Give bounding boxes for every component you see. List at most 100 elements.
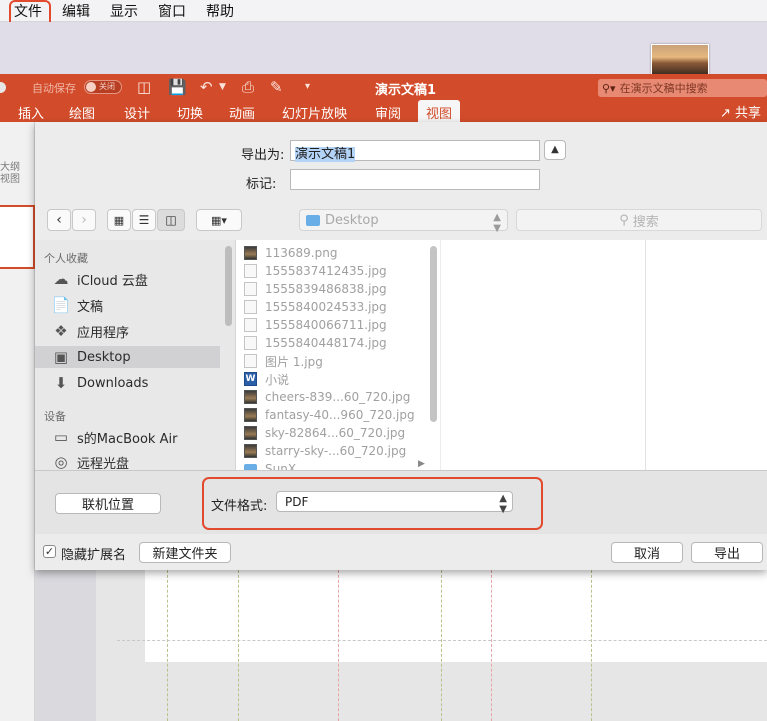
export-button[interactable]: 导出 — [691, 542, 763, 563]
column-view-button[interactable]: ◫ — [157, 209, 185, 231]
forward-button[interactable]: › — [72, 209, 96, 231]
file-name: 1555840448174.jpg — [265, 336, 387, 350]
disc-icon: ◎ — [54, 453, 68, 471]
file-name: 113689.png — [265, 246, 338, 260]
back-button[interactable]: ‹ — [47, 209, 71, 231]
laptop-icon: ▭ — [53, 428, 69, 446]
file-item[interactable]: SunX — [244, 460, 296, 470]
file-icon — [244, 318, 257, 332]
chevron-updown-icon: ▲ ▼ — [493, 212, 501, 234]
location-popup[interactable]: Desktop ▲ ▼ — [299, 209, 508, 234]
applications-icon: ❖ — [54, 322, 68, 340]
customize-toolbar-icon[interactable]: ▾ — [305, 81, 310, 92]
outline-view-label[interactable]: 大纲视图 — [0, 162, 22, 186]
sidebar-item-label: iCloud 云盘 — [77, 273, 148, 289]
file-item[interactable]: W 小说 — [244, 370, 289, 388]
hide-extension-checkbox[interactable]: ✓ — [43, 545, 56, 558]
sidebar-item-label: 应用程序 — [77, 325, 130, 341]
save-icon[interactable]: 💾 — [168, 78, 187, 96]
column-divider[interactable] — [645, 240, 646, 470]
icon-view-button[interactable]: ▦ — [107, 209, 131, 231]
autosave-label: 自动保存 — [32, 82, 76, 95]
file-item[interactable]: 1555840448174.jpg — [244, 334, 387, 352]
app-title-bar: 自动保存 关闭 ◫ 💾 ↶ ▼ ⎙ ✎ ▾ 演示文稿1 ⚲▾ 在演示文稿中搜索 — [0, 74, 767, 100]
file-name: 1555840024533.jpg — [265, 300, 387, 314]
file-column: 113689.png 1555837412435.jpg 15558394868… — [235, 240, 440, 470]
vertical-guide — [167, 570, 168, 721]
tab-draw[interactable]: 绘图 — [69, 103, 95, 122]
document-search-field[interactable]: ⚲▾ 在演示文稿中搜索 — [598, 79, 767, 97]
file-item[interactable]: starry-sky-...60_720.jpg — [244, 442, 406, 460]
autosave-state: 关闭 — [99, 82, 115, 91]
file-item[interactable]: 图片 1.jpg — [244, 352, 323, 370]
cancel-button[interactable]: 取消 — [611, 542, 683, 563]
tags-field[interactable] — [290, 169, 540, 190]
devices-heading: 设备 — [44, 410, 66, 423]
file-item[interactable]: 1555839486838.jpg — [244, 280, 387, 298]
menu-edit[interactable]: 编辑 — [62, 1, 90, 21]
undo-dropdown-icon[interactable]: ▼ — [219, 82, 226, 92]
file-format-select[interactable]: PDF ▲ ▼ — [276, 491, 513, 515]
slide-thumbnail-panel: 大纲视图 — [0, 122, 35, 721]
sidebar-item-documents[interactable]: 📄 文稿 — [35, 294, 220, 316]
file-item[interactable]: 1555840066711.jpg — [244, 316, 387, 334]
file-column-scrollbar[interactable] — [430, 246, 437, 422]
downloads-icon: ⬇ — [54, 374, 68, 392]
favorites-heading: 个人收藏 — [44, 252, 88, 265]
expand-dialog-button[interactable]: ▲ — [544, 140, 566, 160]
location-value: Desktop — [325, 212, 379, 228]
toggle-knob — [86, 82, 96, 92]
redo-icon[interactable]: ⎙ — [242, 78, 254, 96]
sidebar-item-label: Downloads — [77, 375, 149, 391]
horizontal-guide — [117, 640, 767, 641]
tab-design[interactable]: 设计 — [124, 103, 150, 122]
file-item[interactable]: fantasy-40...960_720.jpg — [244, 406, 415, 424]
tab-view[interactable]: 视图 — [418, 100, 461, 122]
menu-view[interactable]: 显示 — [110, 1, 138, 21]
list-view-button[interactable]: ☰ — [132, 209, 156, 231]
empty-column-pane — [441, 240, 767, 470]
menu-bar: 文件 编辑 显示 窗口 帮助 — [0, 0, 767, 22]
file-item[interactable]: 113689.png — [244, 244, 337, 262]
undo-icon[interactable]: ↶ — [200, 78, 213, 96]
new-folder-button[interactable]: 新建文件夹 — [139, 542, 231, 563]
tags-label: 标记: — [246, 177, 277, 192]
tab-review[interactable]: 审阅 — [375, 103, 401, 122]
tab-slideshow[interactable]: 幻灯片放映 — [282, 103, 347, 122]
file-item[interactable]: sky-82864...60_720.jpg — [244, 424, 405, 442]
autosave-toggle[interactable]: 关闭 — [84, 80, 122, 94]
sidebar-scrollbar[interactable] — [225, 246, 232, 326]
tab-insert[interactable]: 插入 — [18, 103, 44, 122]
sidebar-item-label: s的MacBook Air — [77, 431, 178, 447]
disclosure-arrow-icon: ▶ — [418, 459, 425, 469]
sidebar-item-downloads[interactable]: ⬇ Downloads — [35, 372, 220, 394]
vertical-guide — [338, 570, 339, 721]
sidebar-icon[interactable]: ◫ — [137, 78, 151, 96]
file-item[interactable]: cheers-839...60_720.jpg — [244, 388, 410, 406]
group-view-button[interactable]: ▦▾ — [196, 209, 242, 231]
online-locations-button[interactable]: 联机位置 — [55, 493, 161, 514]
sidebar-item-applications[interactable]: ❖ 应用程序 — [35, 320, 220, 342]
edit-icon[interactable]: ✎ — [270, 78, 283, 96]
window-close-icon[interactable] — [0, 82, 6, 93]
menu-help[interactable]: 帮助 — [206, 1, 234, 21]
search-input[interactable]: ⚲ 搜索 — [516, 209, 762, 231]
sidebar-item-label: Desktop — [77, 349, 131, 365]
tab-transitions[interactable]: 切换 — [177, 103, 203, 122]
file-name: 1555840066711.jpg — [265, 318, 387, 332]
export-as-value: 演示文稿1 — [295, 147, 356, 162]
sidebar-item-desktop[interactable]: ▣ Desktop — [35, 346, 220, 368]
menu-window[interactable]: 窗口 — [158, 1, 186, 21]
export-as-label: 导出为: — [241, 148, 285, 163]
tab-animations[interactable]: 动画 — [229, 103, 255, 122]
file-name: cheers-839...60_720.jpg — [265, 390, 411, 404]
sidebar-item-label: 文稿 — [77, 299, 104, 315]
export-as-field[interactable]: 演示文稿1 — [290, 140, 540, 162]
sidebar-item-icloud[interactable]: ☁ iCloud 云盘 — [35, 268, 220, 290]
slide-thumbnail[interactable] — [0, 205, 35, 269]
file-item[interactable]: 1555837412435.jpg — [244, 262, 387, 280]
desktop-image-thumbnail[interactable] — [651, 44, 709, 76]
share-button[interactable]: ↗ 共享 — [720, 102, 761, 121]
sidebar-item-macbook[interactable]: ▭ s的MacBook Air — [35, 426, 220, 448]
file-item[interactable]: 1555840024533.jpg — [244, 298, 387, 316]
